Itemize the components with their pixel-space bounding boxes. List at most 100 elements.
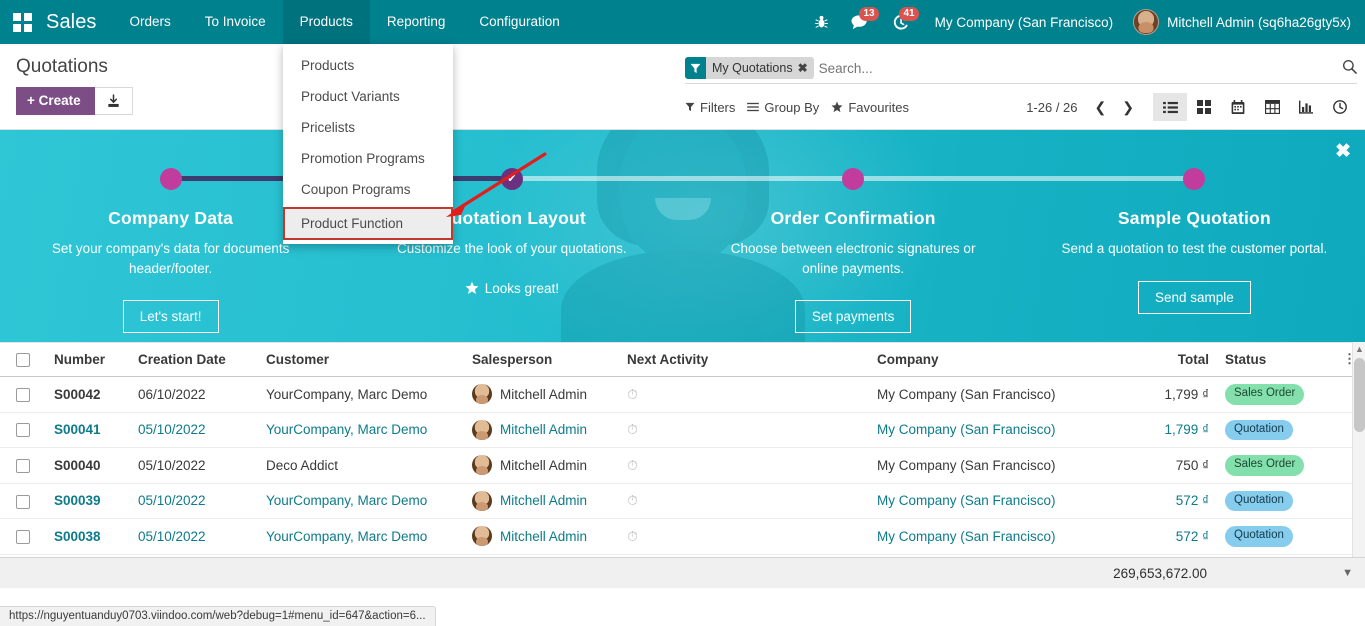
column-header-company[interactable]: Company	[869, 343, 1095, 377]
column-header-status[interactable]: Status	[1217, 343, 1335, 377]
column-header-number[interactable]: Number	[46, 343, 130, 377]
send-sample-button[interactable]: Send sample	[1138, 281, 1251, 314]
cell-number[interactable]: S00041	[46, 412, 130, 448]
quotations-list: Number Creation Date Customer Salesperso…	[0, 342, 1365, 588]
cell-status: Quotation	[1217, 412, 1335, 448]
cell-next-activity[interactable]: ⏱	[619, 448, 869, 484]
apps-menu-button[interactable]	[0, 0, 44, 44]
current-company-label[interactable]: My Company (San Francisco)	[921, 15, 1128, 30]
column-header-customer[interactable]: Customer	[258, 343, 464, 377]
cell-number[interactable]: S00040	[46, 448, 130, 484]
cell-next-activity[interactable]: ⏱	[619, 483, 869, 519]
avatar	[472, 526, 492, 546]
row-checkbox[interactable]	[16, 459, 30, 473]
onboarding-banner: ✖ Company Data Set your company's data f…	[0, 130, 1365, 342]
products-dropdown-item-products[interactable]: Products	[283, 50, 453, 81]
search-input[interactable]	[819, 61, 1334, 76]
cell-number[interactable]: S00042	[46, 377, 130, 413]
step-dot-sample-quotation[interactable]	[1183, 168, 1205, 190]
table-row[interactable]: S0003805/10/2022YourCompany, Marc DemoMi…	[0, 519, 1365, 555]
browser-status-bar-url: https://nguyentuanduy0703.viindoo.com/we…	[0, 606, 436, 626]
search-magnifier-icon[interactable]	[1334, 59, 1357, 78]
activity-clock-icon[interactable]: ⏱	[627, 386, 638, 402]
pager-next-button[interactable]: ❯	[1115, 97, 1141, 118]
activity-clock-icon[interactable]: ⏱	[627, 492, 638, 508]
table-row[interactable]: S0004206/10/2022YourCompany, Marc DemoMi…	[0, 377, 1365, 413]
menu-orders[interactable]: Orders	[113, 0, 188, 44]
cell-creation-date: 05/10/2022	[130, 448, 258, 484]
row-checkbox[interactable]	[16, 495, 30, 509]
table-row[interactable]: S0004105/10/2022YourCompany, Marc DemoMi…	[0, 412, 1365, 448]
debug-menu-button[interactable]	[803, 0, 840, 44]
view-pivot-button[interactable]	[1255, 93, 1289, 121]
view-kanban-button[interactable]	[1187, 93, 1221, 121]
view-calendar-button[interactable]	[1221, 93, 1255, 121]
create-button[interactable]: + Create	[16, 87, 95, 115]
scroll-up-arrow-icon[interactable]: ▲	[1355, 344, 1364, 354]
view-activity-button[interactable]	[1323, 93, 1357, 121]
column-header-next-activity[interactable]: Next Activity	[619, 343, 869, 377]
pager-previous-button[interactable]: ❮	[1088, 97, 1114, 118]
row-checkbox[interactable]	[16, 530, 30, 544]
footer-caret-down-icon[interactable]: ▼	[1342, 567, 1353, 579]
search-facet-my-quotations[interactable]: My Quotations ✖	[685, 57, 814, 79]
products-dropdown-item-pricelists[interactable]: Pricelists	[283, 112, 453, 143]
salesperson-wrap: Mitchell Admin	[472, 455, 611, 475]
cell-number[interactable]: S00039	[46, 483, 130, 519]
products-dropdown-item-product-function[interactable]: Product Function	[283, 207, 453, 240]
lets-start-button[interactable]: Let's start!	[123, 300, 219, 333]
step-action-sample-quotation: Send sample	[1024, 281, 1365, 314]
set-payments-button[interactable]: Set payments	[795, 300, 912, 333]
create-label: Create	[39, 93, 81, 108]
view-list-button[interactable]	[1153, 93, 1187, 121]
step-dot-company-data[interactable]	[160, 168, 182, 190]
avatar	[1133, 9, 1159, 35]
cell-number[interactable]: S00038	[46, 519, 130, 555]
cell-salesperson: Mitchell Admin	[464, 519, 619, 555]
menu-to-invoice[interactable]: To Invoice	[188, 0, 283, 44]
cell-next-activity[interactable]: ⏱	[619, 519, 869, 555]
groupby-dropdown[interactable]: Group By	[747, 97, 831, 118]
list-scrollbar[interactable]: ▲	[1352, 342, 1365, 557]
banner-close-button[interactable]: ✖	[1335, 142, 1351, 161]
view-graph-button[interactable]	[1289, 93, 1323, 121]
column-header-total[interactable]: Total	[1095, 343, 1217, 377]
step-dot-quotation-layout-done[interactable]	[501, 168, 523, 190]
products-dropdown-item-promotion-programs[interactable]: Promotion Programs	[283, 143, 453, 174]
activity-clock-icon[interactable]: ⏱	[627, 421, 638, 437]
select-all-checkbox[interactable]	[16, 353, 30, 367]
groupby-label: Group By	[764, 100, 819, 115]
menu-products[interactable]: Products	[283, 0, 370, 44]
import-button[interactable]	[95, 87, 133, 115]
cell-next-activity[interactable]: ⏱	[619, 412, 869, 448]
activity-clock-icon[interactable]: ⏱	[627, 457, 638, 473]
user-menu-button[interactable]: Mitchell Admin (sq6ha26gty5x)	[1127, 9, 1351, 35]
menu-reporting[interactable]: Reporting	[370, 0, 463, 44]
menu-configuration[interactable]: Configuration	[462, 0, 576, 44]
products-dropdown-item-coupon-programs[interactable]: Coupon Programs	[283, 174, 453, 205]
products-dropdown-item-product-variants[interactable]: Product Variants	[283, 81, 453, 112]
cell-next-activity[interactable]: ⏱	[619, 377, 869, 413]
activity-clock-icon[interactable]: ⏱	[627, 528, 638, 544]
cell-customer: Deco Addict	[258, 448, 464, 484]
messages-button[interactable]: 13	[840, 0, 881, 44]
activities-button[interactable]: 41	[881, 0, 921, 44]
column-header-salesperson[interactable]: Salesperson	[464, 343, 619, 377]
table-row[interactable]: S0004005/10/2022Deco Addict Mitchell Admi…	[0, 448, 1365, 484]
filters-dropdown[interactable]: Filters	[685, 97, 747, 118]
step-title-order-confirmation: Order Confirmation	[683, 208, 1024, 229]
scrollbar-thumb[interactable]	[1354, 358, 1365, 432]
search-view[interactable]: My Quotations ✖	[685, 54, 1357, 84]
looks-great-link[interactable]: Looks great!	[465, 281, 559, 296]
column-header-creation-date[interactable]: Creation Date	[130, 343, 258, 377]
app-brand-title[interactable]: Sales	[44, 11, 113, 34]
favourites-dropdown[interactable]: Favourites	[831, 97, 921, 118]
search-facet-remove-icon[interactable]: ✖	[798, 61, 808, 75]
cell-total: 572 ₫	[1095, 519, 1217, 555]
row-checkbox[interactable]	[16, 423, 30, 437]
step-dot-order-confirmation[interactable]	[842, 168, 864, 190]
onboarding-step-sample-quotation: Sample Quotation Send a quotation to tes…	[1024, 160, 1365, 342]
row-checkbox[interactable]	[16, 388, 30, 402]
table-row[interactable]: S0003905/10/2022YourCompany, Marc DemoMi…	[0, 483, 1365, 519]
cell-status: Quotation	[1217, 483, 1335, 519]
